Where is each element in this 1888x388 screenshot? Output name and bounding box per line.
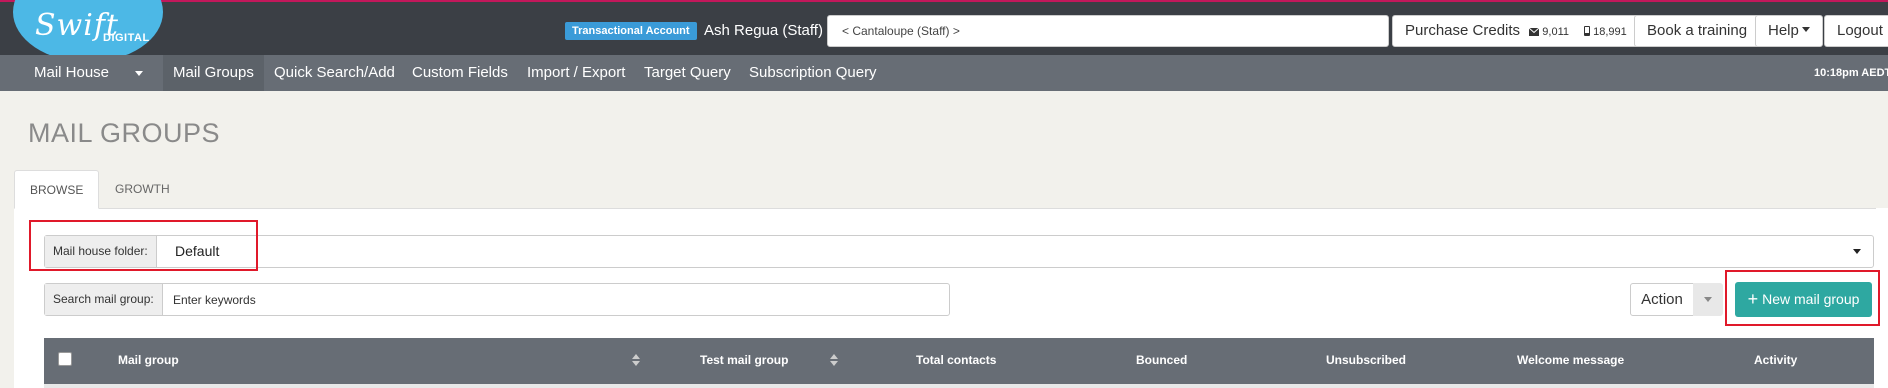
logo-subtext: DIGITAL [103,32,150,44]
logout-button[interactable]: Logout [1824,15,1888,47]
envelope-icon [1529,28,1540,36]
clock: 10:18pm AEDT [1814,67,1888,79]
purchase-credits-label: Purchase Credits [1405,22,1521,39]
search-input[interactable] [161,284,941,315]
column-header-mail-group[interactable]: Mail group [118,338,179,382]
column-header-activity: Activity [1754,353,1798,367]
page-title: MAIL GROUPS [28,118,221,148]
purchase-credits-button[interactable]: Purchase Credits 9,011 18,991 [1392,15,1640,47]
highlight-box-folder [29,220,258,271]
mail-groups-table-header: Mail group Test mail group Total contact… [44,338,1874,384]
action-button[interactable]: Action [1630,283,1694,316]
tab-growth[interactable]: GROWTH [100,170,185,209]
email-credits-count: 9,011 [1542,26,1570,38]
help-dropdown-button[interactable]: Help [1755,15,1823,47]
nav-item-target-query[interactable]: Target Query [634,55,741,91]
column-header-bounced: Bounced [1136,353,1188,367]
swift-digital-logo[interactable]: Swift DIGITAL [13,0,163,62]
search-label: Search mail group: [45,284,163,315]
current-user-name[interactable]: Ash Regua (Staff) [704,22,823,39]
help-label: Help [1768,22,1799,39]
sort-icon[interactable] [632,354,640,368]
chevron-down-icon [1704,297,1712,302]
nav-item-mail-groups[interactable]: Mail Groups [163,55,264,91]
sort-icon[interactable] [830,354,838,368]
nav-item-custom-fields[interactable]: Custom Fields [402,55,518,91]
search-mail-group: Search mail group: [44,283,950,316]
column-header-welcome-message: Welcome message [1517,353,1625,367]
top-bar: Swift DIGITAL Transactional Account Ash … [0,0,1888,62]
account-selector[interactable]: < Cantaloupe (Staff) > [827,15,1389,47]
action-dropdown-toggle[interactable] [1693,283,1723,316]
column-header-unsubscribed: Unsubscribed [1326,353,1407,367]
tab-browse[interactable]: BROWSE [14,170,100,209]
column-header-total-contacts: Total contacts [916,353,997,367]
nav-item-import-export[interactable]: Import / Export [517,55,635,91]
chevron-down-icon [1801,27,1810,32]
account-type-badge: Transactional Account [565,22,697,40]
column-header-test-mail-group[interactable]: Test mail group [700,338,788,382]
sms-credits-count: 18,991 [1593,26,1627,38]
nav-item-mail-house[interactable]: Mail House [24,55,119,91]
chevron-down-icon [1853,249,1861,254]
select-all-checkbox[interactable] [58,352,72,366]
tabs-divider [14,208,1876,209]
highlight-box-new-group [1725,270,1880,326]
chevron-down-icon[interactable] [135,71,143,76]
table-body-edge [44,384,1874,388]
nav-item-quick-search-add[interactable]: Quick Search/Add [264,55,405,91]
book-training-button[interactable]: Book a training [1634,15,1761,47]
mobile-phone-icon [1584,26,1591,36]
main-nav: Mail House Mail Groups Quick Search/Add … [0,55,1888,91]
mail-house-folder-select[interactable]: Mail house folder: Default [44,235,1874,268]
nav-item-subscription-query[interactable]: Subscription Query [739,55,887,91]
